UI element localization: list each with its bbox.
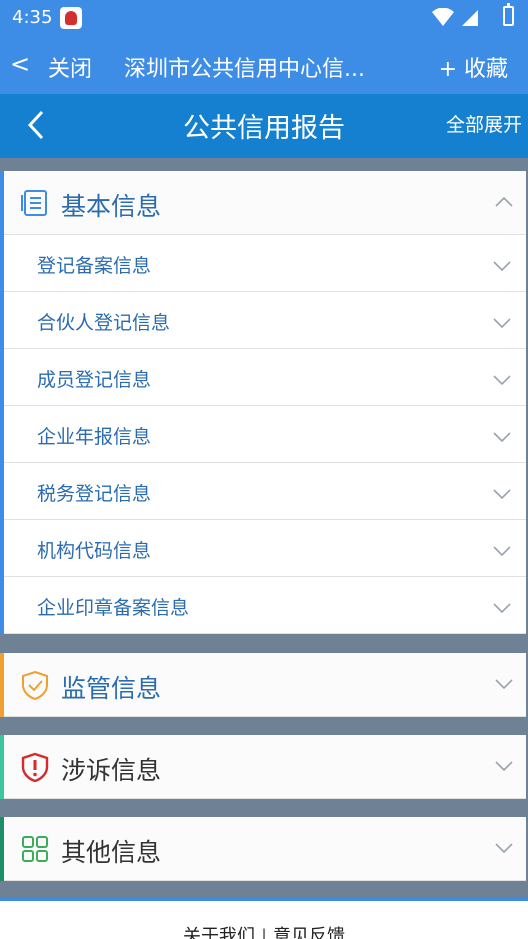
section-label: 涉诉信息 <box>61 756 162 785</box>
grid-icon <box>20 834 50 864</box>
list-item[interactable]: 企业年报信息 <box>4 406 526 463</box>
list-item[interactable]: 登记备案信息 <box>4 235 526 292</box>
section-other: 其他信息 <box>0 817 526 881</box>
section-basic-info-header[interactable]: 基本信息 <box>4 171 526 235</box>
about-us-link[interactable]: 关于我们 <box>183 922 255 939</box>
list-item[interactable]: 机构代码信息 <box>4 520 526 577</box>
chevron-down-icon <box>492 485 512 504</box>
status-bar: 4:35 <box>0 0 528 36</box>
chevron-down-icon <box>494 675 514 694</box>
chevron-down-icon <box>492 542 512 561</box>
police-badge-icon <box>60 7 82 29</box>
page-header: 公共信用报告 全部展开 <box>0 94 528 158</box>
chevron-down-icon <box>494 757 514 776</box>
list-item-label: 企业年报信息 <box>37 426 152 448</box>
shield-check-icon <box>20 670 50 701</box>
section-basic-info: 基本信息 登记备案信息 合伙人登记信息 成员登记信息 企业年报信息 税务登记信息… <box>0 171 526 634</box>
feedback-link[interactable]: 意见反馈 <box>273 922 345 939</box>
list-item-label: 合伙人登记信息 <box>37 312 171 334</box>
section-supervision: 监管信息 <box>0 653 526 717</box>
chevron-down-icon <box>494 839 514 858</box>
system-icons <box>432 7 492 32</box>
chevron-up-icon <box>494 193 514 212</box>
status-time: 4:35 <box>12 7 53 28</box>
chevron-down-icon <box>492 599 512 618</box>
chevron-down-icon <box>492 428 512 447</box>
list-item[interactable]: 成员登记信息 <box>4 349 526 406</box>
footer: 关于我们 | 意见反馈 <box>0 898 528 939</box>
section-label: 监管信息 <box>61 674 162 703</box>
wifi-signal-icon <box>432 7 478 26</box>
list-item-label: 成员登记信息 <box>37 369 152 391</box>
browser-bar: < 关闭 深圳市公共信用中心信... + 收藏 <box>0 36 528 94</box>
footer-links: 关于我们 | 意见反馈 <box>0 922 528 939</box>
section-label: 基本信息 <box>61 192 162 221</box>
battery-icon <box>503 3 514 26</box>
section-other-header[interactable]: 其他信息 <box>4 817 526 881</box>
chevron-down-icon <box>492 257 512 276</box>
browser-title: 深圳市公共信用中心信... <box>124 57 365 82</box>
section-complaint: 涉诉信息 <box>0 735 526 799</box>
chevron-down-icon <box>492 371 512 390</box>
section-complaint-header[interactable]: 涉诉信息 <box>4 735 526 799</box>
favorite-button[interactable]: + 收藏 <box>439 51 508 83</box>
list-item-label: 机构代码信息 <box>37 540 152 562</box>
list-item-label: 税务登记信息 <box>37 483 152 505</box>
list-item-label: 企业印章备案信息 <box>37 597 190 619</box>
list-item[interactable]: 合伙人登记信息 <box>4 292 526 349</box>
close-button[interactable]: 关闭 <box>48 51 92 83</box>
list-item-label: 登记备案信息 <box>37 255 152 277</box>
footer-separator: | <box>260 926 268 939</box>
document-list-icon <box>20 188 50 218</box>
shield-alert-icon <box>20 752 50 783</box>
section-label: 其他信息 <box>61 838 162 867</box>
browser-back-button[interactable]: < <box>10 50 30 78</box>
expand-all-button[interactable]: 全部展开 <box>446 110 522 137</box>
chevron-down-icon <box>492 314 512 333</box>
list-item[interactable]: 企业印章备案信息 <box>4 577 526 634</box>
list-item[interactable]: 税务登记信息 <box>4 463 526 520</box>
section-supervision-header[interactable]: 监管信息 <box>4 653 526 717</box>
